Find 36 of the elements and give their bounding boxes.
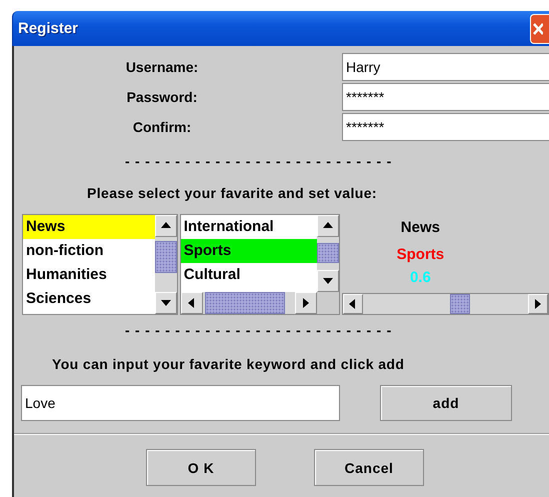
field-label: Password: bbox=[126, 88, 198, 107]
scroll-up-button[interactable] bbox=[317, 215, 340, 237]
field-label: Confirm: bbox=[132, 118, 192, 137]
list-box[interactable]: International Sports Cultural bbox=[180, 215, 318, 292]
selected-category: News bbox=[400, 218, 440, 238]
selection-prompt: Please select your favarite and set value: bbox=[87, 184, 377, 202]
scroll-left-button[interactable] bbox=[343, 294, 364, 314]
scroll-up-button[interactable] bbox=[154, 215, 177, 237]
scrollbar-thumb[interactable] bbox=[317, 243, 340, 263]
input-field[interactable]: ******* bbox=[342, 83, 549, 111]
scroll-left-button[interactable] bbox=[180, 292, 203, 314]
list-item[interactable]: News bbox=[23, 215, 155, 239]
add-button[interactable]: add bbox=[380, 385, 512, 421]
field-label: Username: bbox=[126, 58, 198, 77]
input-field[interactable]: ******* bbox=[342, 113, 549, 141]
scrollbar-thumb[interactable] bbox=[154, 241, 177, 273]
dashed-separator: --------------------------- bbox=[125, 321, 397, 339]
list-item[interactable]: Sports bbox=[180, 239, 318, 263]
close-icon bbox=[531, 22, 543, 36]
close-button[interactable] bbox=[530, 14, 549, 44]
dashed-separator: --------------------------- bbox=[125, 152, 397, 170]
scroll-down-button[interactable] bbox=[154, 292, 177, 314]
ok-button[interactable]: O K bbox=[146, 449, 256, 486]
scroll-right-button[interactable] bbox=[295, 292, 318, 314]
input-field[interactable]: Harry bbox=[342, 53, 549, 81]
list-box[interactable]: News non-fiction Humanities Sciences bbox=[23, 215, 155, 314]
selected-subcategory: Sports bbox=[396, 245, 444, 265]
selected-value: 0.6 bbox=[410, 268, 431, 288]
keyword-prompt: You can input your favarite keyword and click add bbox=[52, 355, 404, 373]
cancel-button[interactable]: Cancel bbox=[314, 449, 424, 486]
keyword-field[interactable]: Love bbox=[21, 385, 340, 421]
scroll-right-button[interactable] bbox=[528, 294, 548, 314]
window-title: Register bbox=[17, 20, 78, 37]
value-slider[interactable] bbox=[342, 293, 549, 315]
scroll-down-button[interactable] bbox=[317, 270, 340, 292]
slider-thumb[interactable] bbox=[450, 294, 470, 314]
